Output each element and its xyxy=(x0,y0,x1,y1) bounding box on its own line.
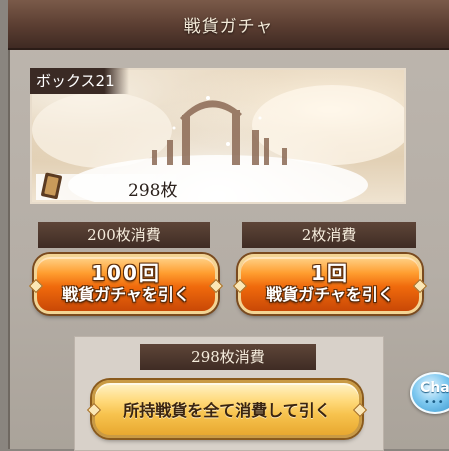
draw-all-label: 所持戦貨を全て消費して引く xyxy=(123,401,331,420)
draw-100-button[interactable]: 100回 戦貨ガチャを引く xyxy=(28,254,224,314)
draw-1-count: 1回 xyxy=(311,261,349,285)
draw-100-count: 100回 xyxy=(91,261,161,285)
cost-label-100: 200枚消費 xyxy=(38,222,210,248)
cost-label-1: 2枚消費 xyxy=(242,222,416,248)
token-count: 298枚 xyxy=(128,181,178,201)
war-token-icon xyxy=(41,172,62,200)
box-label: ボックス21 xyxy=(30,68,129,94)
page-title: 戦貨ガチャ xyxy=(183,16,274,37)
draw-all-button[interactable]: 所持戦貨を全て消費して引く xyxy=(86,380,368,438)
draw-1-label: 戦貨ガチャを引く xyxy=(266,285,394,304)
draw-100-label: 戦貨ガチャを引く xyxy=(62,285,190,304)
cost-label-all: 298枚消費 xyxy=(140,344,316,370)
chat-dots-icon: ••• xyxy=(424,397,445,408)
header-bar: 戦貨ガチャ xyxy=(8,0,449,50)
chat-label: Chat xyxy=(420,380,449,396)
draw-1-button[interactable]: 1回 戦貨ガチャを引く xyxy=(232,254,428,314)
